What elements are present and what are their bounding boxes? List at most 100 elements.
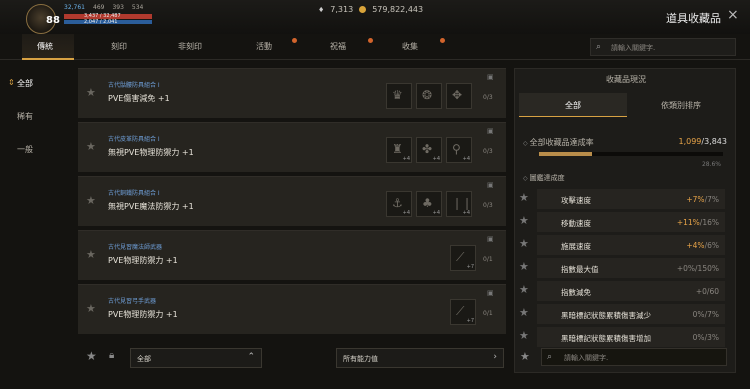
star-icon[interactable]: ★ [519,306,529,319]
stat-filter-value: 所有能力值 [343,355,378,363]
stat-value: 0%/7% [693,310,719,319]
slot-glyph: ♜ [392,142,403,156]
search-icon: ⌕ [547,352,553,362]
stat-row: 施展速度 +4%/6% [537,235,725,255]
tab-status-all[interactable]: 全部 [519,93,627,117]
stat-max: /3% [704,333,719,342]
tab-engraved[interactable]: 刻印 [111,41,127,52]
favorite-star-icon[interactable]: ★ [86,140,96,153]
stat-name: 施展速度 [561,242,591,251]
star-icon[interactable]: ★ [519,191,529,204]
set-effect: 無視PVE魔法防禦力 +1 [108,202,194,211]
camera-icon[interactable]: ▣ [487,127,494,135]
camera-icon[interactable]: ▣ [487,73,494,81]
star-icon[interactable]: ★ [519,329,529,342]
tab-event[interactable]: 活動 [256,41,272,52]
stat-max: /16% [699,218,719,227]
active-tab-indicator [22,58,74,60]
stat-current: 0% [692,310,705,319]
collection-card[interactable]: ★ 古代皮革防具組合 I 無視PVE物理防禦力 +1 ♜ +4 ✤ +4 ⚲ +4 ▣… [78,122,506,172]
enhance-level: +7 [466,318,474,324]
stat-search-input[interactable]: ⌕ 請輸入關鍵字. [541,348,727,366]
favorite-filter-star-icon[interactable]: ★ [86,349,97,363]
diamond-amount: 7,313 [330,5,354,14]
codex-section-label: ◇ 圖鑑達成度 [523,173,565,183]
stat-name: 指數最大值 [561,265,599,274]
tab-traditional[interactable]: 傳統 [37,41,53,52]
diamond-marker-icon: ◇ [523,175,528,182]
armor-icon[interactable]: ✤ +4 [416,137,442,163]
tab-non-engraved[interactable]: 非刻印 [178,41,202,52]
stat-current: 0% [692,333,705,342]
lock-filter-icon[interactable]: 🔒︎ [109,350,114,361]
slot-glyph: ♣ [422,196,433,210]
bow-icon[interactable]: ⟋ +7 [450,299,476,325]
favorite-star-icon[interactable]: ★ [86,248,96,261]
favorite-filter-star-icon[interactable]: ★ [520,350,530,363]
grade-filter-dropdown[interactable]: 全部 ⌃ [130,348,262,368]
favorite-star-icon[interactable]: ★ [86,86,96,99]
completion-label: ◇ 全部收藏品達成率 [523,137,594,148]
camera-icon[interactable]: ▣ [487,181,494,189]
character-level: 88 [46,15,60,26]
camera-icon[interactable]: ▣ [487,289,494,297]
collection-card[interactable]: ★ 古代見習弓手武器 PVE物理防禦力 +1 ⟋ +7 ▣ 0/1 [78,284,506,334]
tab-sort-by-category[interactable]: 依類別排序 [627,93,735,117]
sidebar-item-normal[interactable]: 一般 [17,144,57,155]
favorite-star-icon[interactable]: ★ [86,302,96,315]
sidebar-item-rare[interactable]: 稀有 [17,111,57,122]
armor-icon[interactable]: ❂ [416,83,442,109]
enhance-level: +4 [402,210,410,216]
tab-blessing-notification-dot [368,38,373,43]
camera-icon[interactable]: ▣ [487,235,494,243]
diamond-icon: ♦ [318,5,325,14]
staff-icon[interactable]: ⟋ +7 [450,245,476,271]
slot-glyph: ❘❘ [452,196,473,210]
stat-name: 指數減免 [561,288,591,297]
slot-glyph: ♛ [392,88,403,102]
list-filter-bar: ★ 🔒︎ 全部 ⌃ 所有能力值 › [78,344,506,370]
helmet-icon[interactable]: ♛ [386,83,412,109]
star-icon[interactable]: ★ [519,283,529,296]
enhance-level: +4 [432,156,440,162]
slot-glyph: ✥ [452,88,463,102]
collection-card[interactable]: ★ 古代銅鐵防具組合 I 無視PVE魔法防禦力 +1 ⚓ +4 ♣ +4 ❘❘ +4 … [78,176,506,226]
armor-icon[interactable]: ♣ +4 [416,191,442,217]
mp-bar: 2,047 / 2,041 [64,19,152,25]
search-placeholder: 請輸入關鍵字. [611,44,656,52]
boots-icon[interactable]: ⚲ +4 [446,137,472,163]
stat-name: 黑暗標記狀態累積傷害增加 [561,334,651,343]
star-icon[interactable]: ★ [519,260,529,273]
stat-row: 指數減免 +0/60 [537,281,725,301]
chevron-up-icon: ⌃ [247,352,255,362]
tab-collect[interactable]: 收集 [402,41,418,52]
close-button[interactable]: × [727,7,739,23]
enhance-level: +4 [402,156,410,162]
tab-blessing[interactable]: 祝福 [330,41,346,52]
stat-row: 移動速度 +11%/16% [537,212,725,232]
tab-collect-notification-dot [440,38,445,43]
shoes-icon[interactable]: ⚓ +4 [386,191,412,217]
collect-count: 0/3 [483,148,493,155]
gloves-icon[interactable]: ✥ [446,83,472,109]
star-icon[interactable]: ★ [519,214,529,227]
collection-card[interactable]: ★ 古代骷髏防具組合 I PVE傷害減免 +1 ♛ ❂ ✥ ▣ 0/3 [78,68,506,118]
sidebar-item-all[interactable]: 全部 [17,78,57,89]
stat-name: 黑暗標記狀態累積傷害減少 [561,311,651,320]
search-input[interactable]: ⌕ 請輸入關鍵字. [590,38,736,56]
favorite-star-icon[interactable]: ★ [86,194,96,207]
collect-count: 0/1 [483,256,493,263]
set-name: 古代皮革防具組合 I [108,136,160,143]
stat-filter-dropdown[interactable]: 所有能力值 › [336,348,504,368]
star-icon[interactable]: ★ [519,237,529,250]
helmet-icon[interactable]: ♜ +4 [386,137,412,163]
slot-glyph: ✤ [422,142,433,156]
completion-percent: 28.6% [701,161,721,168]
boots-icon[interactable]: ❘❘ +4 [446,191,472,217]
grade-sidebar: ⇕ 全部 稀有 一般 [0,64,68,389]
diamond-marker-icon: ◇ [523,140,528,147]
collection-card[interactable]: ★ 古代見習魔法師武器 PVE物理防禦力 +1 ⟋ +7 ▣ 0/1 [78,230,506,280]
hp-mp-bars: 3,437 / 32,487 2,047 / 2,041 [64,13,152,25]
tab-event-notification-dot [292,38,297,43]
stat-max: /150% [695,264,719,273]
